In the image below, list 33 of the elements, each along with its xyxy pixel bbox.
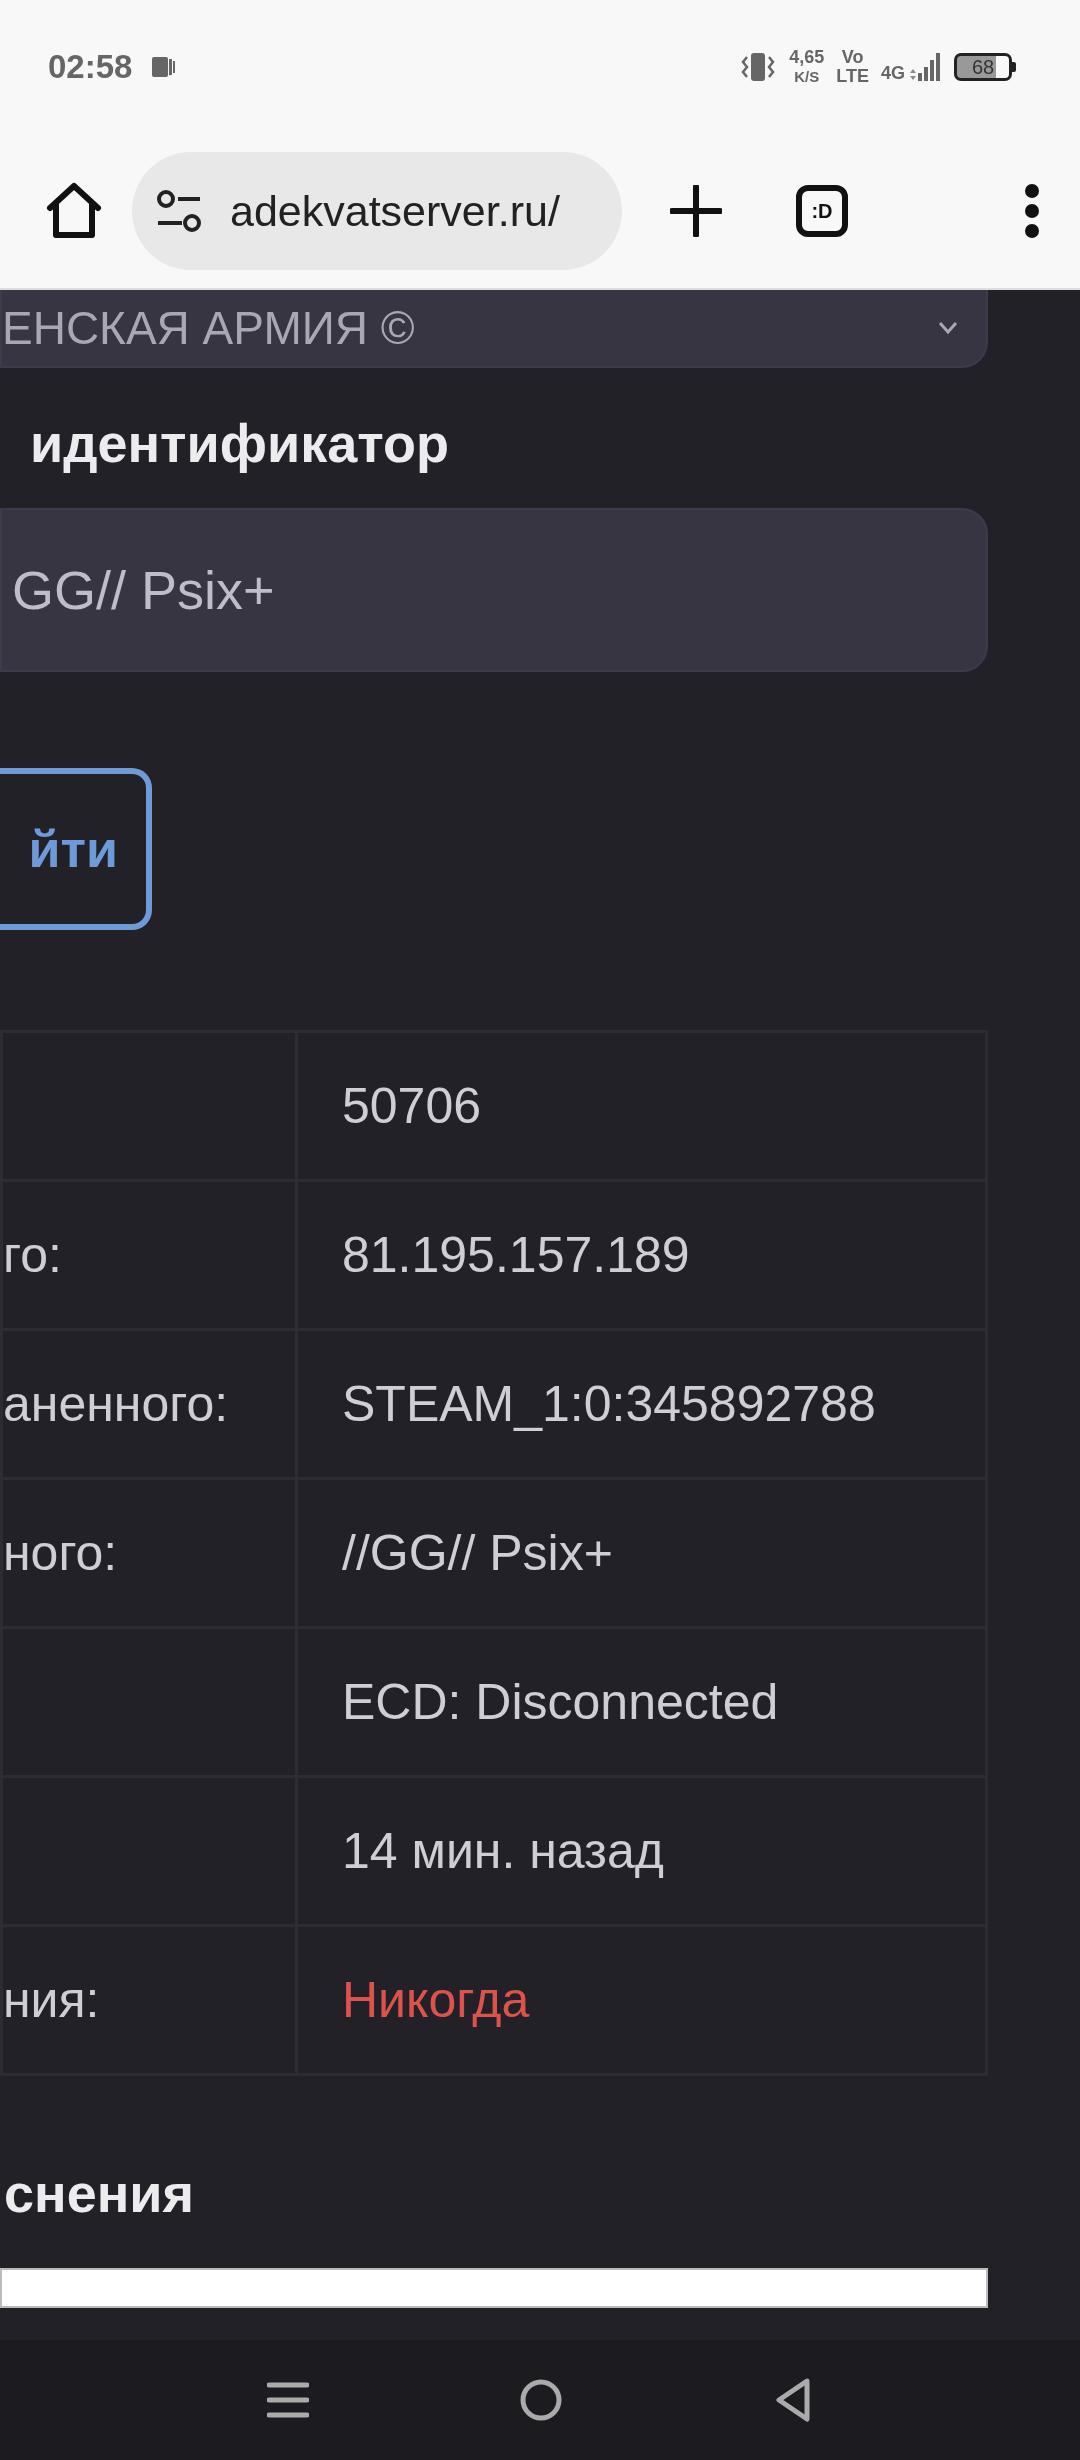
chevron-icon <box>938 321 958 335</box>
new-tab-icon[interactable] <box>670 185 722 237</box>
network-type: 4G <box>881 64 905 83</box>
home-icon[interactable] <box>44 182 104 240</box>
clock: 02:58 <box>48 48 133 86</box>
search-button[interactable]: йти <box>0 768 152 930</box>
signal-icon <box>908 51 942 83</box>
speed-unit: K/S <box>794 67 820 86</box>
back-icon[interactable] <box>773 2377 813 2423</box>
dropdown-select[interactable]: ЕНСКАЯ АРМИЯ © <box>0 290 988 368</box>
tab-switcher[interactable]: :D <box>796 185 848 237</box>
table-cell: Никогда <box>296 1925 987 2075</box>
address-bar[interactable]: adekvatserver.ru/ <box>132 152 622 270</box>
network-speed: 4,65 <box>789 48 825 67</box>
table-cell: ECD: Disconnected <box>296 1627 987 1777</box>
id-input-field[interactable]: GG// Psix+ <box>0 508 988 672</box>
field-label: идентификатор <box>30 412 450 474</box>
volte-label: Vo <box>841 48 864 67</box>
more-menu-icon[interactable] <box>1024 184 1040 238</box>
notification-icon <box>150 54 177 80</box>
table-cell: STEAM_1:0:345892788 <box>296 1329 987 1479</box>
site-settings-icon[interactable] <box>156 189 204 233</box>
table-cell: 14 мин. назад <box>296 1776 987 1926</box>
volte-label: LTE <box>836 67 869 86</box>
table-cell: 81.195.157.189 <box>296 1180 987 1330</box>
table-cell: ния: <box>1 1925 297 2075</box>
table-cell: го: <box>1 1180 297 1330</box>
table-cell: ного: <box>1 1478 297 1628</box>
home-button-icon[interactable] <box>519 2378 563 2422</box>
table-cell: 50706 <box>296 1031 987 1181</box>
table-cell: аненного: <box>1 1329 297 1479</box>
table-cell: //GG// Psix+ <box>296 1478 987 1628</box>
section-heading: снения <box>4 2162 195 2224</box>
